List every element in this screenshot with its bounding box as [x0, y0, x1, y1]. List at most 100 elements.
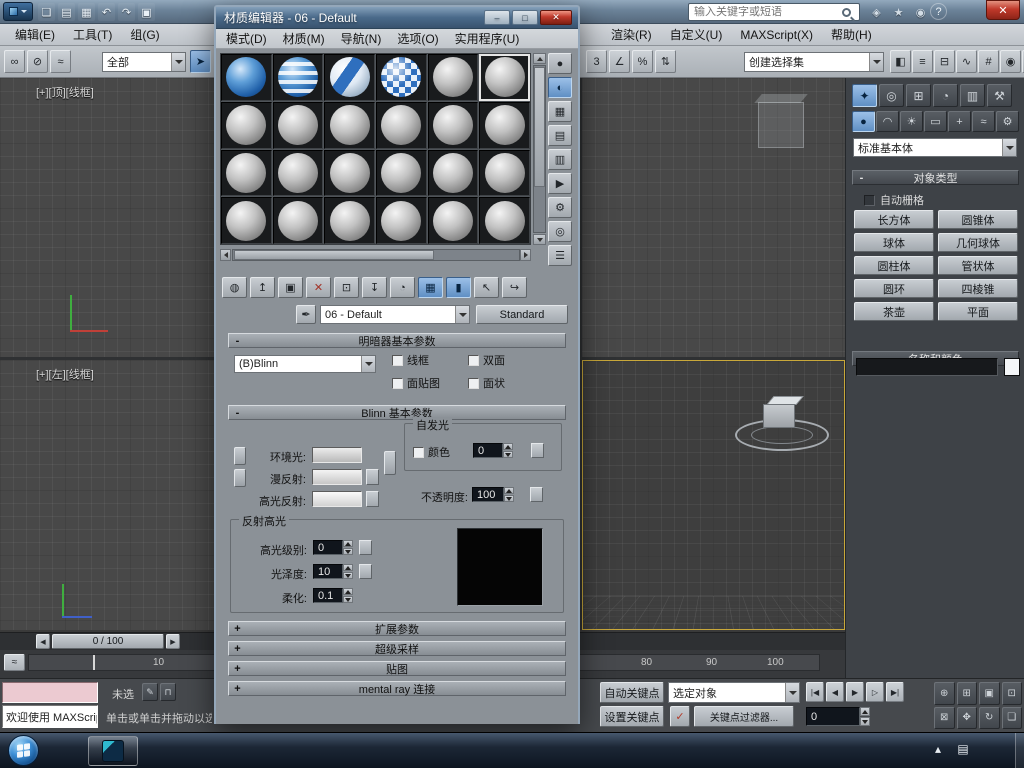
snap-toggle-3d-icon[interactable]: 3 [586, 50, 607, 73]
current-frame-marker[interactable] [93, 655, 95, 670]
object-type-button-圆柱体[interactable]: 圆柱体 [854, 256, 934, 275]
material-slot-15[interactable] [324, 150, 375, 197]
project-folder-icon[interactable]: ▣ [138, 3, 155, 21]
material-slot-16[interactable] [376, 150, 427, 197]
tab-modify[interactable]: ◎ [879, 84, 904, 107]
selection-lock-icon[interactable]: ⊓ [160, 683, 176, 701]
glossiness-map-button[interactable] [359, 564, 372, 579]
subcat-systems[interactable]: ⚙ [996, 111, 1019, 132]
select-by-material-icon[interactable]: ◎ [548, 221, 572, 242]
help-button[interactable]: ? [930, 3, 947, 20]
bind-to-space-warp-icon[interactable]: ≈ [50, 50, 71, 73]
zoom-all-icon[interactable]: ⊞ [957, 682, 978, 705]
save-file-icon[interactable]: ▦ [78, 3, 95, 21]
rollout-超级采样[interactable]: +超级采样 [228, 641, 566, 656]
checkbox-面状[interactable]: 面状 [468, 375, 564, 391]
vertical-scroll-thumb[interactable] [534, 67, 545, 187]
material-id-channel-icon[interactable]: ◔ [390, 277, 415, 298]
material-slot-22[interactable] [376, 197, 427, 244]
material-slot-11[interactable] [428, 102, 479, 149]
layer-manager-icon[interactable]: ⊟ [934, 50, 955, 73]
zoom-region-icon[interactable]: ⊠ [934, 707, 955, 730]
show-desktop-button[interactable] [1015, 733, 1024, 768]
opacity-map-button[interactable] [530, 487, 543, 502]
checkbox-线框[interactable]: 线框 [392, 352, 468, 368]
self-illum-spinner[interactable] [503, 443, 513, 458]
next-frame-nudge[interactable]: ▶ [166, 634, 180, 649]
material-slot-17[interactable] [428, 150, 479, 197]
menubar-item-right-2[interactable]: 自定义(U) [661, 24, 732, 45]
opacity-value-input[interactable]: 100 [472, 487, 504, 502]
ambient-color-swatch[interactable] [312, 447, 362, 463]
material-slot-10[interactable] [376, 102, 427, 149]
menubar-item-right-1[interactable]: 渲染(R) [602, 24, 661, 45]
search-input[interactable] [689, 6, 842, 18]
window-close-button[interactable]: ✕ [986, 0, 1020, 20]
opacity-spinner[interactable] [504, 487, 514, 502]
previous-frame-nudge[interactable]: ◀ [36, 634, 50, 649]
select-object-icon[interactable]: ➤ [190, 50, 211, 73]
maxscript-mini-listener[interactable]: 欢迎使用 MAXScript [2, 705, 98, 728]
tray-app-icon[interactable]: ▤ [955, 739, 971, 759]
zoom-extents-all-icon[interactable]: ⊡ [1002, 682, 1023, 705]
menubar-item-1[interactable]: 编辑(E) [6, 24, 64, 45]
glossiness-input[interactable]: 10 [313, 564, 343, 579]
material-name-dropdown[interactable]: 06 - Default [320, 305, 470, 324]
frame-spinner[interactable] [860, 707, 870, 726]
communication-center-icon[interactable]: ◈ [868, 3, 885, 21]
align-icon[interactable]: ≡ [912, 50, 933, 73]
object-type-button-长方体[interactable]: 长方体 [854, 210, 934, 229]
key-filters-button[interactable]: 关键点过滤器... [694, 706, 794, 727]
menubar-item-3[interactable]: 组(G) [121, 24, 168, 45]
material-slot-8[interactable] [273, 102, 324, 149]
object-name-input[interactable] [856, 358, 998, 376]
sample-type-icon[interactable]: ● [548, 53, 572, 74]
subcat-helpers[interactable]: + [948, 111, 971, 132]
scroll-left-icon[interactable] [220, 249, 231, 261]
viewport-upper-right[interactable] [582, 78, 845, 357]
material-slot-19[interactable] [221, 197, 272, 244]
application-menu-button[interactable] [3, 2, 33, 21]
set-key-button[interactable]: 设置关键点 [600, 706, 664, 727]
show-map-in-viewport-icon[interactable]: ▦ [418, 277, 443, 298]
viewport-left-label[interactable]: [+][左][线框] [36, 366, 94, 382]
get-material-icon[interactable]: ◍ [222, 277, 247, 298]
object-type-button-几何球体[interactable]: 几何球体 [938, 233, 1018, 252]
scroll-down-icon[interactable] [533, 234, 546, 245]
maximize-button[interactable]: □ [512, 10, 538, 25]
mat-editor-menu-1[interactable]: 模式(D) [218, 29, 275, 48]
select-and-link-icon[interactable]: ∞ [4, 50, 25, 73]
sample-uv-tiling-icon[interactable]: ▤ [548, 125, 572, 146]
self-illum-value-input[interactable]: 0 [473, 443, 503, 458]
backlight-icon[interactable]: ◐ [548, 77, 572, 98]
spinner-snap-icon[interactable]: ⇅ [655, 50, 676, 73]
tab-utilities[interactable]: ⚒ [987, 84, 1012, 107]
menubar-item-right-4[interactable]: 帮助(H) [822, 24, 881, 45]
ambient-diffuse-lock-button[interactable] [234, 447, 246, 465]
open-file-icon[interactable]: ▤ [58, 3, 75, 21]
material-slot-23[interactable] [428, 197, 479, 244]
infocenter-icon[interactable]: ◉ [912, 3, 929, 21]
diffuse-map-button[interactable] [366, 469, 379, 485]
material-slot-5[interactable] [428, 54, 479, 101]
scroll-right-icon[interactable] [520, 249, 531, 261]
go-to-start-icon[interactable]: |◀ [806, 682, 824, 702]
background-icon[interactable]: ▦ [548, 101, 572, 122]
subcat-space-warps[interactable]: ≈ [972, 111, 995, 132]
go-to-parent-icon[interactable]: ↖ [474, 277, 499, 298]
play-icon[interactable]: ▶ [846, 682, 864, 702]
viewport-perspective[interactable] [582, 360, 845, 630]
material-slot-24[interactable] [479, 197, 530, 244]
specular-level-map-button[interactable] [359, 540, 372, 555]
object-type-button-平面[interactable]: 平面 [938, 302, 1018, 321]
object-type-button-圆环[interactable]: 圆环 [854, 279, 934, 298]
scroll-up-icon[interactable] [533, 53, 546, 64]
material-slot-21[interactable] [324, 197, 375, 244]
search-icon[interactable] [842, 8, 851, 17]
diffuse-color-swatch[interactable] [312, 469, 362, 485]
go-to-end-icon[interactable]: ▶| [886, 682, 904, 702]
named-selection-sets-dropdown[interactable]: 创建选择集 [744, 52, 884, 72]
favorites-icon[interactable]: ★ [890, 3, 907, 21]
object-type-button-管状体[interactable]: 管状体 [938, 256, 1018, 275]
pan-icon[interactable]: ✥ [957, 707, 978, 730]
